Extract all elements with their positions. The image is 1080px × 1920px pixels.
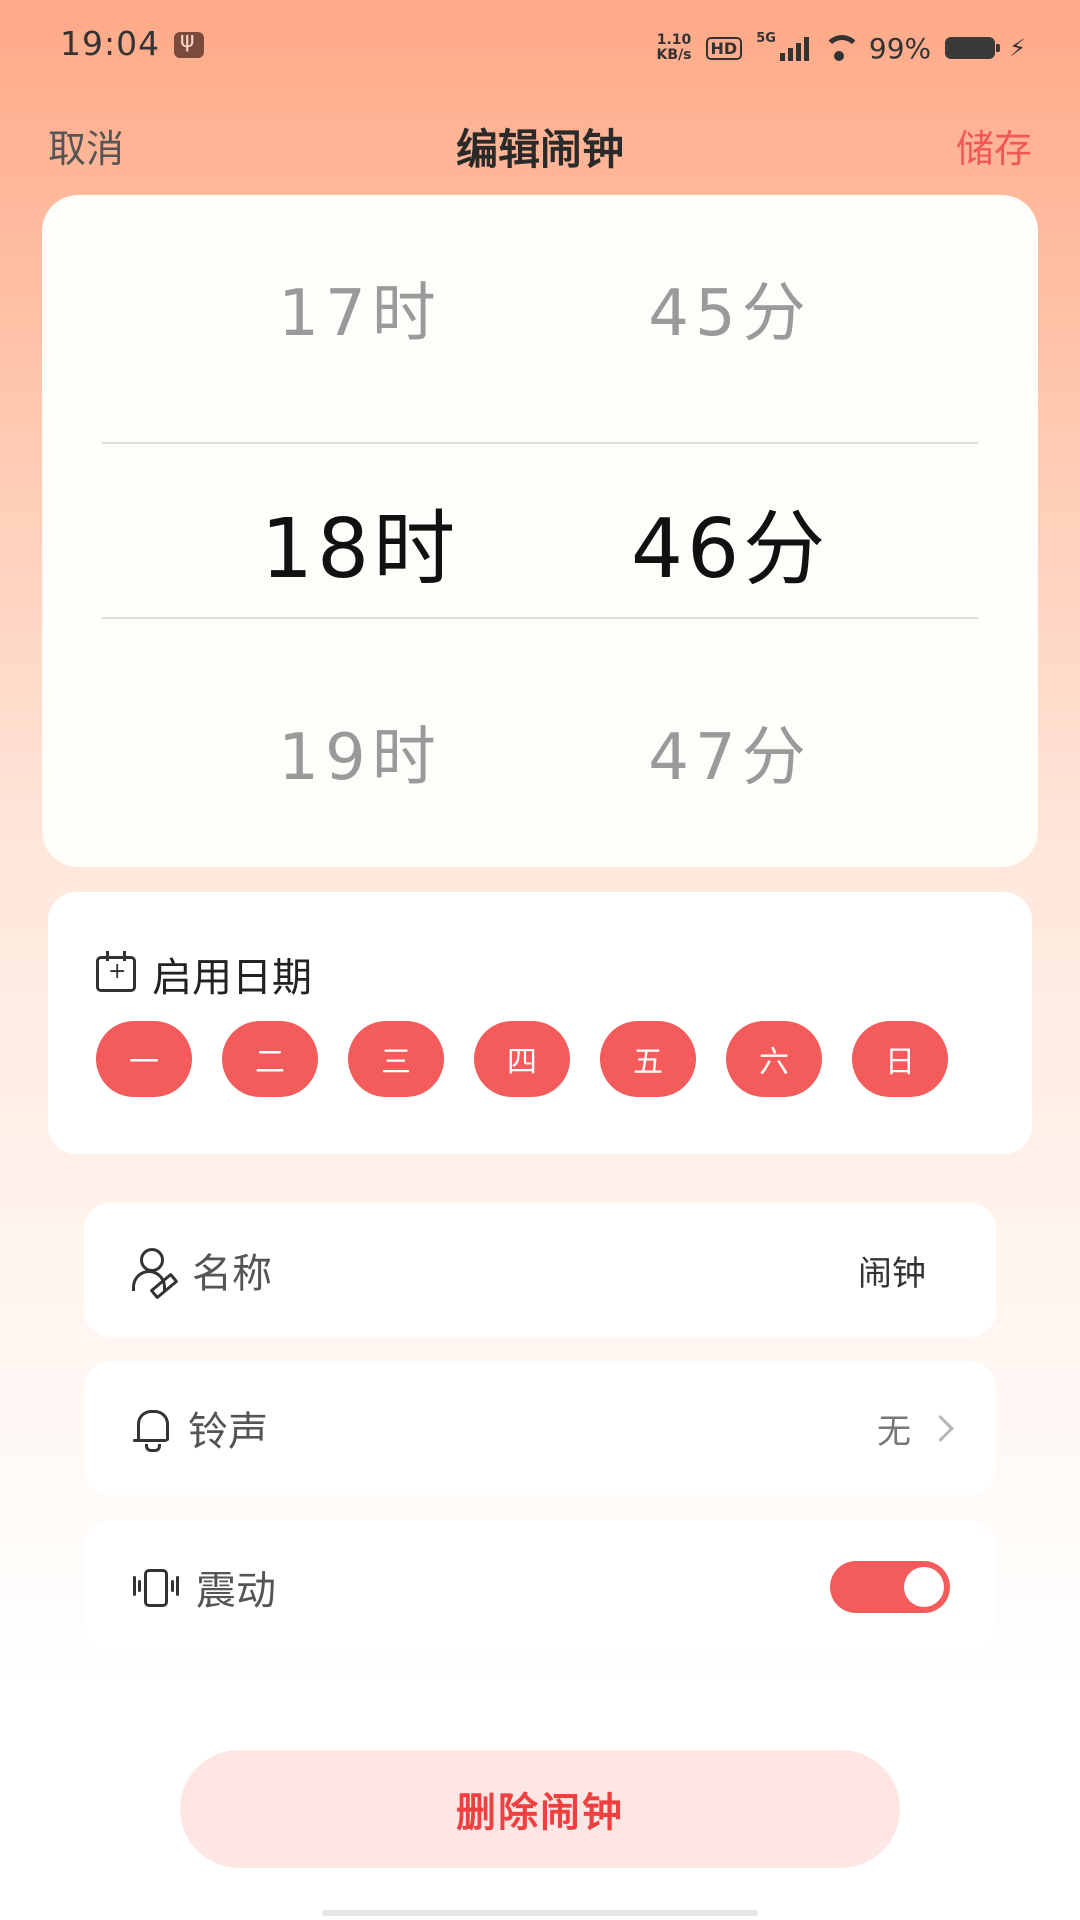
hour-option-next[interactable]: 19时 <box>200 706 520 798</box>
network-speed: 1.10 KB/s <box>656 32 692 63</box>
calendar-plus-icon <box>96 951 136 992</box>
vibrate-icon <box>130 1567 182 1607</box>
usb-icon <box>174 28 204 58</box>
hour-option-prev[interactable]: 17时 <box>200 262 520 354</box>
bell-icon <box>130 1406 174 1452</box>
battery-percent: 99% <box>868 31 932 65</box>
day-button-sun[interactable]: 日 <box>852 1021 948 1097</box>
hour-selected[interactable]: 18时 <box>200 482 520 601</box>
day-button-mon[interactable]: 一 <box>96 1021 192 1097</box>
ringtone-value: 无 <box>877 1411 911 1452</box>
network-type: 5G <box>756 30 776 46</box>
name-row[interactable]: 名称 闹钟 <box>84 1203 996 1337</box>
name-value: 闹钟 <box>858 1253 926 1294</box>
day-button-tue[interactable]: 二 <box>222 1021 318 1097</box>
repeat-days-title: 启用日期 <box>152 955 312 1001</box>
day-button-thu[interactable]: 四 <box>474 1021 570 1097</box>
save-button[interactable]: 储存 <box>956 118 1032 173</box>
vibrate-toggle[interactable] <box>830 1561 950 1613</box>
vibrate-label: 震动 <box>196 1568 276 1614</box>
signal-icon <box>779 35 809 61</box>
hd-badge: HD <box>705 36 743 60</box>
day-button-fri[interactable]: 五 <box>600 1021 696 1097</box>
ringtone-label: 铃声 <box>188 1409 268 1455</box>
page-title: 编辑闹钟 <box>455 125 624 174</box>
picker-divider-top <box>102 442 978 444</box>
charging-icon: ⚡ <box>1009 34 1026 62</box>
day-button-wed[interactable]: 三 <box>348 1021 444 1097</box>
battery-icon <box>945 37 1001 59</box>
name-label: 名称 <box>192 1251 272 1297</box>
status-indicators: 1.10 KB/s HD 5G 99% ⚡ <box>657 28 1026 68</box>
picker-divider-bottom <box>102 617 978 619</box>
cancel-button[interactable]: 取消 <box>48 118 124 173</box>
vibrate-row: 震动 <box>84 1520 996 1654</box>
chevron-right-icon <box>927 1414 954 1442</box>
day-selector: 一 二 三 四 五 六 日 <box>96 1021 948 1097</box>
repeat-days-header: 启用日期 <box>96 950 312 1001</box>
day-button-sat[interactable]: 六 <box>726 1021 822 1097</box>
wifi-icon <box>822 35 855 61</box>
ringtone-row[interactable]: 铃声 无 <box>84 1361 996 1495</box>
delete-alarm-button[interactable]: 删除闹钟 <box>180 1750 900 1868</box>
user-edit-icon <box>130 1248 179 1300</box>
minute-selected[interactable]: 46分 <box>570 482 890 601</box>
minute-option-next[interactable]: 47分 <box>570 706 890 798</box>
minute-option-prev[interactable]: 45分 <box>570 262 890 354</box>
home-indicator[interactable] <box>322 1910 758 1916</box>
status-time: 19:04 <box>60 24 161 63</box>
